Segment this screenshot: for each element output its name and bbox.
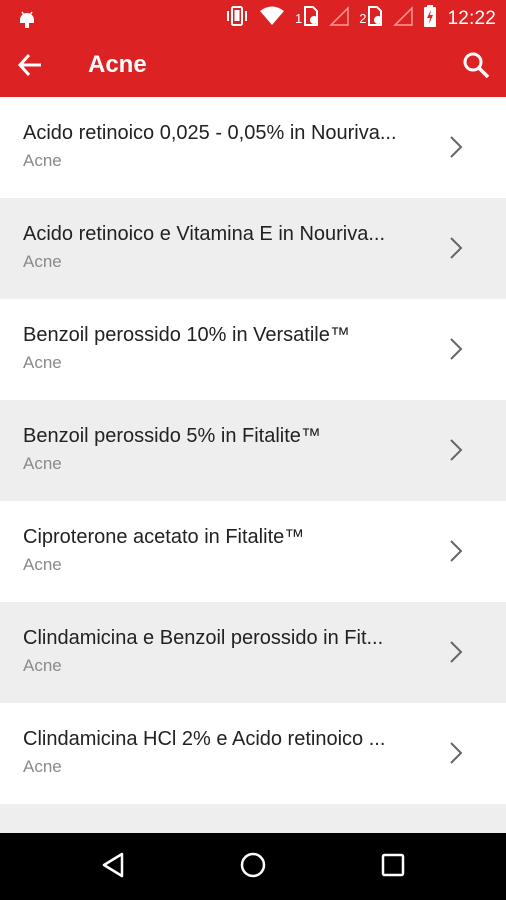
signal2-icon: [393, 6, 414, 31]
chevron-right-icon: [446, 336, 466, 362]
list-item[interactable]: Clindamicina e Benzoil perossido in Fit.…: [0, 602, 506, 703]
sim2-icon: [367, 6, 383, 31]
page-title: Acne: [88, 51, 147, 78]
android-icon: [16, 8, 38, 35]
chevron-right-icon: [446, 740, 466, 766]
item-category: Acne: [23, 353, 62, 372]
chevron-right-icon: [446, 538, 466, 564]
chevron-right-icon: [446, 134, 466, 160]
back-button[interactable]: [12, 49, 48, 85]
list-item[interactable]: Acido retinoico e Vitamina E in Nouriva.…: [0, 198, 506, 299]
status-clock: 12:22: [447, 7, 496, 29]
nav-recents-button[interactable]: [375, 849, 411, 885]
list-item[interactable]: [0, 804, 506, 833]
recents-square-icon: [380, 852, 406, 883]
list-item[interactable]: Acido retinoico 0,025 - 0,05% in Nouriva…: [0, 97, 506, 198]
nav-home-button[interactable]: [235, 849, 271, 885]
item-category: Acne: [23, 757, 62, 776]
item-title: Ciproterone acetato in Fitalite™: [23, 526, 305, 548]
vibrate-icon: [225, 5, 249, 32]
sim1-indicator: 1: [295, 6, 319, 31]
sim2-label: 2: [359, 11, 367, 26]
wifi-icon: [259, 6, 285, 31]
item-title: Acido retinoico 0,025 - 0,05% in Nouriva…: [23, 122, 397, 144]
chevron-right-icon: [446, 639, 466, 665]
signal1-icon: [329, 6, 349, 31]
sim1-label: 1: [294, 11, 303, 26]
item-category: Acne: [23, 252, 62, 271]
item-category: Acne: [23, 656, 62, 675]
item-title: Acido retinoico e Vitamina E in Nouriva.…: [23, 223, 386, 245]
formulation-list: Acido retinoico 0,025 - 0,05% in Nouriva…: [0, 97, 506, 833]
list-item[interactable]: Clindamicina HCl 2% e Acido retinoico ..…: [0, 703, 506, 804]
back-triangle-icon: [100, 851, 126, 884]
screen: 1 2 12:22 Acne Acido retinoico 0,025 - 0…: [0, 0, 506, 900]
chevron-right-icon: [446, 235, 466, 261]
item-title: Benzoil perossido 10% in Versatile™: [23, 324, 350, 346]
system-nav-bar: [0, 833, 506, 900]
battery-charging-icon: [423, 5, 437, 32]
list-item[interactable]: Ciproterone acetato in Fitalite™ Acne: [0, 501, 506, 602]
item-title: Clindamicina HCl 2% e Acido retinoico ..…: [23, 728, 386, 750]
chevron-right-icon: [446, 437, 466, 463]
item-title: Benzoil perossido 5% in Fitalite™: [23, 425, 321, 447]
search-icon: [462, 51, 490, 84]
nav-back-button[interactable]: [95, 849, 131, 885]
list-item[interactable]: Benzoil perossido 5% in Fitalite™ Acne: [0, 400, 506, 501]
sim1-icon: [303, 6, 319, 31]
status-bar: 1 2 12:22: [0, 0, 506, 37]
home-circle-icon: [239, 851, 267, 884]
arrow-back-icon: [17, 52, 43, 83]
item-category: Acne: [23, 454, 62, 473]
item-category: Acne: [23, 555, 62, 574]
app-bar: Acne: [0, 37, 506, 97]
search-button[interactable]: [458, 49, 494, 85]
sim2-indicator: 2: [359, 6, 383, 31]
item-title: Clindamicina e Benzoil perossido in Fit.…: [23, 627, 384, 649]
list-item[interactable]: Benzoil perossido 10% in Versatile™ Acne: [0, 299, 506, 400]
item-category: Acne: [23, 151, 62, 170]
